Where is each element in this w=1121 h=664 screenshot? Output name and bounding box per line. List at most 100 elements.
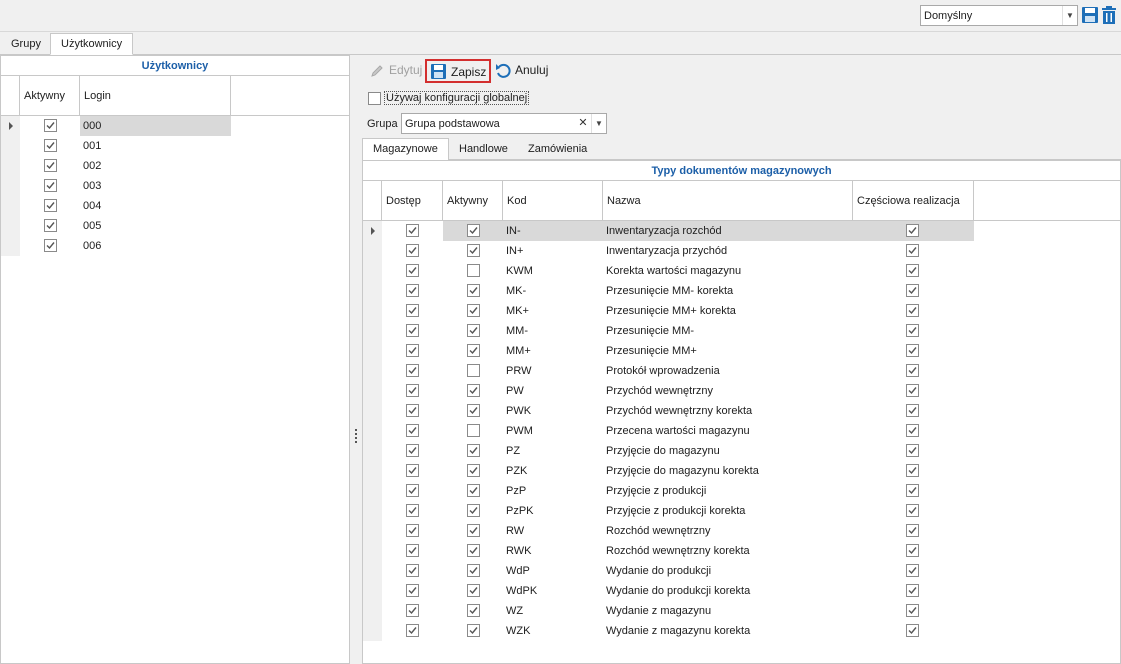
row-indicator[interactable] [363, 561, 382, 581]
table-row[interactable]: MM- Przesunięcie MM- [363, 321, 1120, 341]
global-config-label[interactable]: Używaj konfiguracji globalnej [384, 91, 530, 105]
active-checkbox[interactable] [467, 524, 480, 537]
clear-icon[interactable]: ✕ [575, 114, 591, 133]
active-checkbox[interactable] [44, 199, 57, 212]
active-checkbox[interactable] [44, 239, 57, 252]
active-checkbox[interactable] [467, 444, 480, 457]
row-indicator[interactable] [363, 361, 382, 381]
active-checkbox[interactable] [44, 159, 57, 172]
chevron-down-icon[interactable]: ▼ [1062, 6, 1077, 25]
access-checkbox[interactable] [406, 524, 419, 537]
partial-realization-checkbox[interactable] [906, 304, 919, 317]
code-cell[interactable]: PzPK [503, 501, 603, 521]
name-cell[interactable]: Przesunięcie MM- [603, 321, 853, 341]
partial-realization-checkbox[interactable] [906, 344, 919, 357]
name-cell[interactable]: Inwentaryzacja rozchód [603, 221, 853, 241]
table-row[interactable]: PRW Protokół wprowadzenia [363, 361, 1120, 381]
active-checkbox[interactable] [467, 424, 480, 437]
row-indicator[interactable] [1, 236, 20, 256]
code-cell[interactable]: MM+ [503, 341, 603, 361]
login-cell[interactable]: 004 [80, 196, 231, 216]
trash-icon[interactable] [1101, 6, 1119, 26]
partial-realization-checkbox[interactable] [906, 264, 919, 277]
row-indicator[interactable] [363, 241, 382, 261]
code-cell[interactable]: WdPK [503, 581, 603, 601]
name-cell[interactable]: Rozchód wewnętrzny korekta [603, 541, 853, 561]
name-cell[interactable]: Wydanie z magazynu [603, 601, 853, 621]
row-indicator[interactable] [363, 301, 382, 321]
active-checkbox[interactable] [467, 344, 480, 357]
name-cell[interactable]: Wydanie z magazynu korekta [603, 621, 853, 641]
access-checkbox[interactable] [406, 324, 419, 337]
row-indicator[interactable] [363, 501, 382, 521]
active-checkbox[interactable] [467, 604, 480, 617]
row-indicator[interactable] [363, 521, 382, 541]
table-row[interactable]: PzP Przyjęcie z produkcji [363, 481, 1120, 501]
table-row[interactable]: 002 [1, 156, 349, 176]
table-row[interactable]: PW Przychód wewnętrzny [363, 381, 1120, 401]
active-checkbox[interactable] [467, 364, 480, 377]
row-indicator[interactable] [363, 401, 382, 421]
code-cell[interactable]: RW [503, 521, 603, 541]
partial-realization-checkbox[interactable] [906, 224, 919, 237]
global-config-checkbox[interactable] [368, 92, 381, 105]
access-checkbox[interactable] [406, 364, 419, 377]
name-cell[interactable]: Korekta wartości magazynu [603, 261, 853, 281]
login-cell[interactable]: 001 [80, 136, 231, 156]
column-header-code[interactable]: Kod [503, 181, 603, 221]
row-indicator[interactable] [1, 196, 20, 216]
access-checkbox[interactable] [406, 504, 419, 517]
name-cell[interactable]: Wydanie do produkcji [603, 561, 853, 581]
table-row[interactable]: MM+ Przesunięcie MM+ [363, 341, 1120, 361]
login-cell[interactable]: 002 [80, 156, 231, 176]
active-checkbox[interactable] [467, 244, 480, 257]
partial-realization-checkbox[interactable] [906, 504, 919, 517]
partial-realization-checkbox[interactable] [906, 284, 919, 297]
row-indicator[interactable] [363, 441, 382, 461]
table-row[interactable]: WZ Wydanie z magazynu [363, 601, 1120, 621]
name-cell[interactable]: Przesunięcie MM- korekta [603, 281, 853, 301]
partial-realization-checkbox[interactable] [906, 564, 919, 577]
access-checkbox[interactable] [406, 284, 419, 297]
code-cell[interactable]: PZ [503, 441, 603, 461]
column-header-active[interactable]: Aktywny [443, 181, 503, 221]
access-checkbox[interactable] [406, 264, 419, 277]
access-checkbox[interactable] [406, 224, 419, 237]
name-cell[interactable]: Przecena wartości magazynu [603, 421, 853, 441]
name-cell[interactable]: Przyjęcie z produkcji [603, 481, 853, 501]
access-checkbox[interactable] [406, 584, 419, 597]
table-row[interactable]: 003 [1, 176, 349, 196]
access-checkbox[interactable] [406, 424, 419, 437]
column-header-name[interactable]: Nazwa [603, 181, 853, 221]
active-checkbox[interactable] [44, 179, 57, 192]
row-indicator[interactable] [363, 421, 382, 441]
table-row[interactable]: PZ Przyjęcie do magazynu [363, 441, 1120, 461]
table-row[interactable]: WdPK Wydanie do produkcji korekta [363, 581, 1120, 601]
access-checkbox[interactable] [406, 444, 419, 457]
access-checkbox[interactable] [406, 304, 419, 317]
column-header-partial[interactable]: Częściowa realizacja [853, 181, 974, 221]
table-row[interactable]: 005 [1, 216, 349, 236]
access-checkbox[interactable] [406, 544, 419, 557]
active-checkbox[interactable] [467, 324, 480, 337]
table-row[interactable]: PzPK Przyjęcie z produkcji korekta [363, 501, 1120, 521]
row-indicator[interactable] [363, 221, 382, 241]
name-cell[interactable]: Protokół wprowadzenia [603, 361, 853, 381]
name-cell[interactable]: Przychód wewnętrzny [603, 381, 853, 401]
active-checkbox[interactable] [467, 484, 480, 497]
table-row[interactable]: WdP Wydanie do produkcji [363, 561, 1120, 581]
splitter-grip-icon[interactable] [355, 429, 357, 443]
code-cell[interactable]: PRW [503, 361, 603, 381]
row-indicator[interactable] [363, 581, 382, 601]
code-cell[interactable]: WZ [503, 601, 603, 621]
active-checkbox[interactable] [44, 119, 57, 132]
active-checkbox[interactable] [467, 504, 480, 517]
table-row[interactable]: PWK Przychód wewnętrzny korekta [363, 401, 1120, 421]
row-indicator[interactable] [363, 381, 382, 401]
partial-realization-checkbox[interactable] [906, 624, 919, 637]
active-checkbox[interactable] [467, 464, 480, 477]
active-checkbox[interactable] [467, 624, 480, 637]
active-checkbox[interactable] [44, 219, 57, 232]
row-indicator[interactable] [363, 461, 382, 481]
table-row[interactable]: KWM Korekta wartości magazynu [363, 261, 1120, 281]
